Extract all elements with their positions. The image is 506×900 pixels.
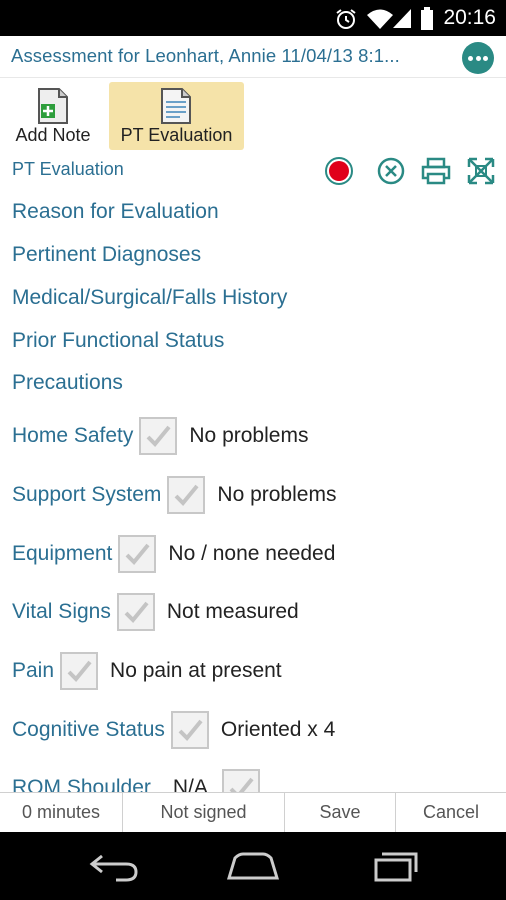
cancel-icon[interactable]	[376, 156, 406, 186]
pt-evaluation-icon	[161, 88, 191, 124]
footer-bar: 0 minutes Not signed Save Cancel	[0, 792, 506, 833]
check-label[interactable]: Equipment	[12, 542, 112, 566]
check-value: No pain at present	[110, 659, 282, 682]
section-precautions[interactable]: Precautions	[12, 371, 123, 395]
print-icon[interactable]	[420, 156, 452, 186]
expand-icon[interactable]	[466, 156, 496, 186]
checkmark-icon	[178, 719, 203, 741]
recents-icon[interactable]	[372, 850, 420, 882]
pt-evaluation-label: PT Evaluation	[120, 125, 233, 145]
check-value: No problems	[217, 483, 337, 506]
more-icon[interactable]	[462, 42, 494, 74]
checkmark-icon	[146, 425, 171, 447]
check-row-home-safety: Home Safety No problems	[12, 416, 308, 456]
checkmark-icon	[125, 543, 150, 565]
toolbar: Add Note PT Evaluation	[0, 78, 506, 154]
app-header: Assessment for Leonhart, Annie 11/04/13 …	[0, 36, 506, 78]
checkmark-icon	[67, 660, 92, 682]
check-label[interactable]: Support System	[12, 483, 161, 507]
page-title: Assessment for Leonhart, Annie 11/04/13 …	[11, 45, 400, 66]
add-note-label: Add Note	[15, 125, 91, 145]
section-medical-history[interactable]: Medical/Surgical/Falls History	[12, 286, 287, 310]
checkbox[interactable]	[170, 711, 209, 749]
record-icon[interactable]	[324, 156, 354, 186]
check-row-cognitive-status: Cognitive Status Oriented x 4	[12, 710, 335, 750]
section-reason-for-evaluation[interactable]: Reason for Evaluation	[12, 200, 219, 224]
check-row-pain: Pain No pain at present	[12, 651, 282, 691]
wifi-icon	[367, 9, 393, 29]
home-icon[interactable]	[225, 850, 281, 882]
check-value: N/A	[172, 776, 208, 792]
alarm-icon	[336, 9, 356, 29]
section-title: PT Evaluation	[12, 159, 124, 179]
checkbox[interactable]	[118, 535, 157, 573]
check-label[interactable]: Vital Signs	[12, 600, 111, 624]
check-label[interactable]: Pain	[12, 659, 54, 683]
checkmark-icon	[174, 484, 199, 506]
check-value: Oriented x 4	[220, 718, 336, 741]
checkmark-icon	[124, 601, 149, 623]
save-button[interactable]: Save	[285, 793, 396, 833]
checkbox[interactable]	[221, 769, 260, 792]
checkbox[interactable]	[139, 417, 178, 455]
clock: 20:16	[443, 6, 496, 29]
checkbox[interactable]	[167, 476, 206, 514]
add-note-button[interactable]: Add Note	[8, 82, 98, 150]
check-row-vital-signs: Vital Signs Not measured	[12, 592, 299, 632]
signed-button[interactable]: Not signed	[123, 793, 285, 833]
check-value: Not measured	[166, 600, 299, 623]
cancel-button[interactable]: Cancel	[396, 793, 506, 833]
checkbox[interactable]	[60, 652, 99, 690]
pt-evaluation-button[interactable]: PT Evaluation	[109, 82, 244, 150]
section-pertinent-diagnoses[interactable]: Pertinent Diagnoses	[12, 243, 201, 267]
checkmark-icon	[229, 777, 254, 792]
form-content: Reason for Evaluation Pertinent Diagnose…	[0, 192, 506, 792]
section-toolbar: PT Evaluation	[0, 154, 506, 190]
minutes-button[interactable]: 0 minutes	[0, 793, 123, 833]
system-nav-bar	[0, 832, 506, 900]
check-row-rom-shoulder: ROM Shoulder N/A	[12, 768, 266, 792]
check-label[interactable]: Cognitive Status	[12, 718, 165, 742]
check-label[interactable]: Home Safety	[12, 424, 133, 448]
checkbox[interactable]	[116, 593, 155, 631]
status-bar: 20:16	[0, 0, 506, 36]
check-row-equipment: Equipment No / none needed	[12, 534, 335, 574]
check-label[interactable]: ROM Shoulder	[12, 776, 151, 792]
battery-icon	[421, 7, 433, 30]
section-prior-functional-status[interactable]: Prior Functional Status	[12, 329, 224, 353]
signal-icon	[393, 9, 411, 28]
add-note-icon	[38, 88, 68, 124]
check-value: No problems	[189, 424, 309, 447]
check-value: No / none needed	[168, 542, 336, 565]
back-icon[interactable]	[88, 850, 140, 882]
check-row-support-system: Support System No problems	[12, 475, 336, 515]
